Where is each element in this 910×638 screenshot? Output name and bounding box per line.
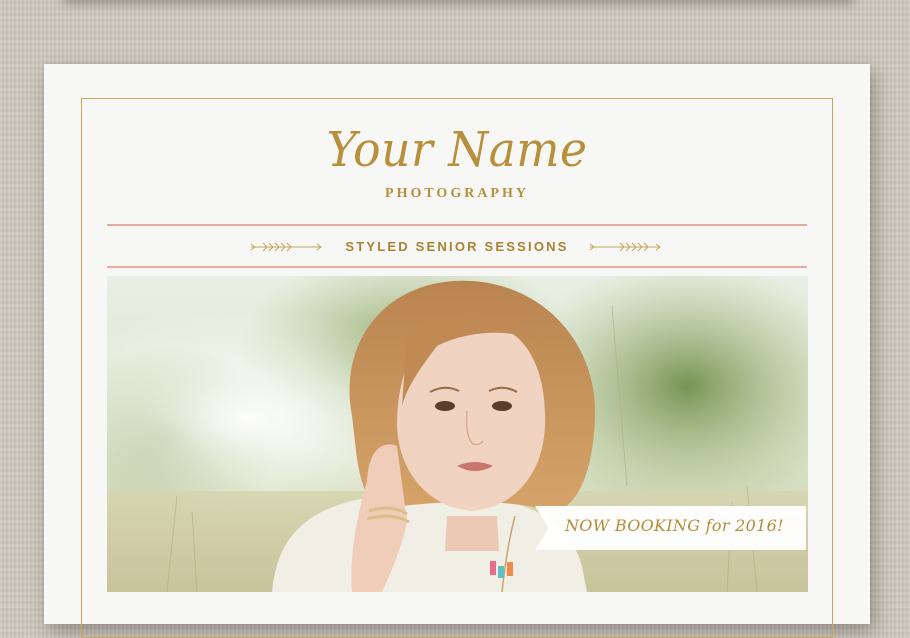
bottom-divider [107,266,807,268]
photography-subtitle: PHOTOGRAPHY [385,186,529,201]
arrow-ornament-icon [589,242,661,252]
section-title: STYLED SENIOR SESSIONS [345,239,569,254]
photographer-name: Your Name [326,122,588,178]
flyer-card: Your Name PHOTOGRAPHY STYLED SENIOR SESS… [44,64,870,638]
booking-banner-label: NOW BOOKING for 2016! [565,516,784,535]
top-divider [107,224,807,226]
booking-banner-label-wrap: NOW BOOKING for 2016! [535,506,806,550]
